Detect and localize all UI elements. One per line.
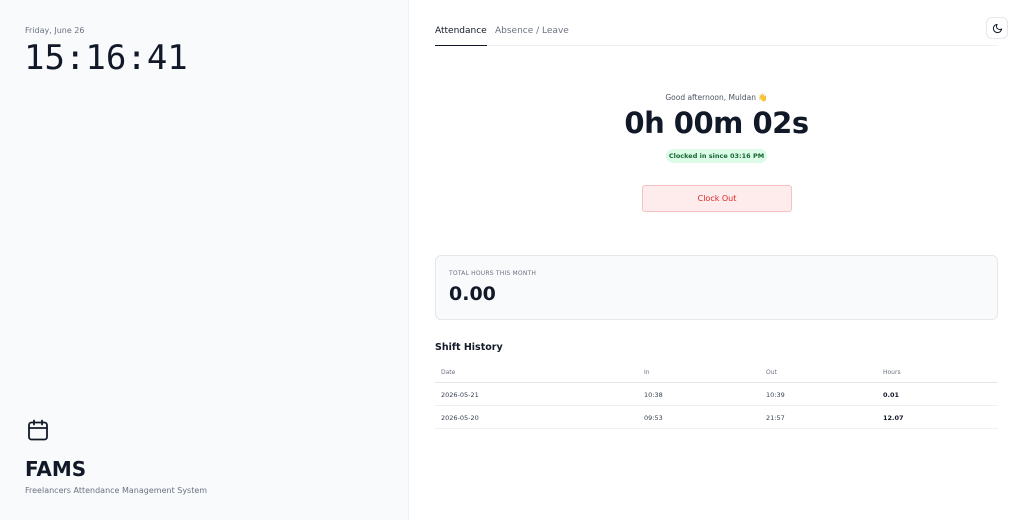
moon-icon xyxy=(992,23,1002,33)
brand-name: FAMS xyxy=(25,457,87,481)
cell-in: 09:53 xyxy=(644,414,663,422)
cell-hours: 0.01 xyxy=(883,391,900,399)
cell-hours: 12.07 xyxy=(883,414,904,422)
elapsed-timer: 0h 00m 02s xyxy=(624,106,809,140)
current-date: Friday, June 26 xyxy=(25,26,85,35)
tab-bar: Attendance Absence / Leave xyxy=(435,18,998,46)
clock-out-button[interactable]: Clock Out xyxy=(642,185,792,212)
greeting: Good afternoon, Muldan 👋 xyxy=(665,93,768,102)
status-badge: Clocked in since 03:16 PM xyxy=(666,149,767,163)
table-row: 2026-05-20 09:53 21:57 12.07 xyxy=(435,406,998,429)
calendar-icon xyxy=(28,419,48,441)
live-clock: 15:16:41 xyxy=(24,38,188,78)
main-content: Attendance Absence / Leave Good afternoo… xyxy=(409,0,1024,520)
cell-date: 2026-05-21 xyxy=(441,391,479,399)
table-row: 2026-05-21 10:38 10:39 0.01 xyxy=(435,383,998,406)
total-hours-card: TOTAL HOURS THIS MONTH 0.00 xyxy=(435,255,998,320)
left-panel: Friday, June 26 15:16:41 FAMS Freelancer… xyxy=(0,0,409,520)
cell-in: 10:38 xyxy=(644,391,663,399)
column-header-in: In xyxy=(644,369,650,376)
column-header-out: Out xyxy=(766,369,777,376)
shift-history-table: Date In Out Hours 2026-05-21 10:38 10:39… xyxy=(435,364,998,429)
column-header-date: Date xyxy=(441,369,456,376)
tab-absence-leave[interactable]: Absence / Leave xyxy=(495,26,569,45)
tab-attendance[interactable]: Attendance xyxy=(435,26,487,46)
cell-out: 21:57 xyxy=(766,414,785,422)
theme-toggle-button[interactable] xyxy=(986,17,1008,39)
shift-history-title: Shift History xyxy=(435,342,503,353)
brand-subtitle: Freelancers Attendance Management System xyxy=(25,486,208,495)
cell-out: 10:39 xyxy=(766,391,785,399)
table-header: Date In Out Hours xyxy=(435,364,998,383)
total-hours-label: TOTAL HOURS THIS MONTH xyxy=(449,270,537,277)
total-hours-value: 0.00 xyxy=(449,283,496,305)
column-header-hours: Hours xyxy=(883,369,901,376)
cell-date: 2026-05-20 xyxy=(441,414,479,422)
